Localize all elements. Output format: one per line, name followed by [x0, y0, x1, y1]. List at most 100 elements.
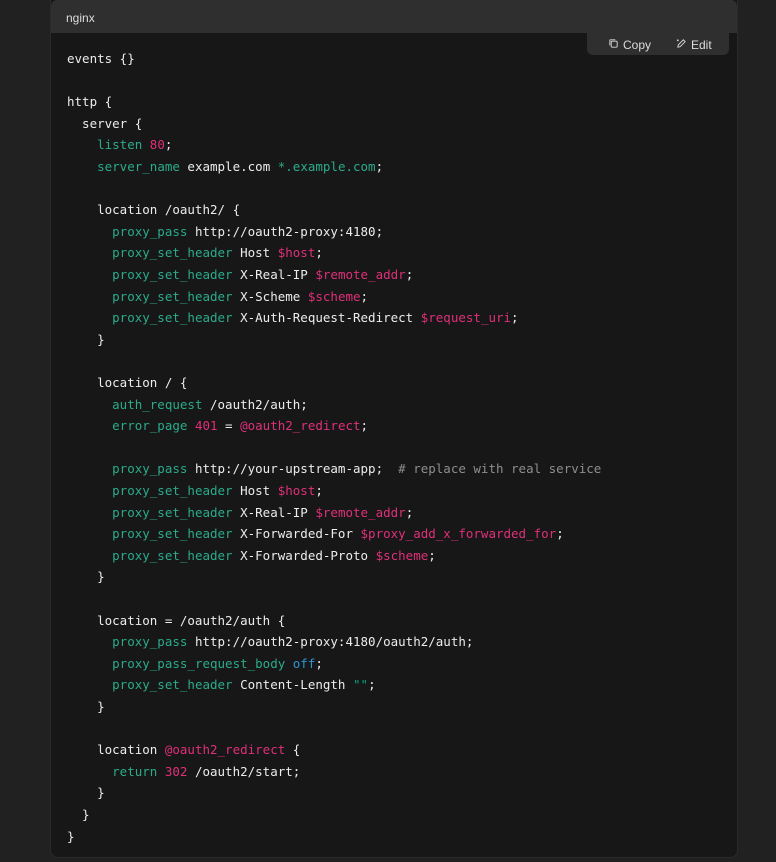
edit-button[interactable]: Edit: [676, 38, 712, 52]
code-token: ;: [164, 137, 173, 153]
code-token: /oauth2/start;: [187, 763, 301, 779]
code-token: }: [67, 785, 105, 801]
code-token: ;: [368, 677, 376, 693]
code-token: ;: [405, 267, 414, 282]
code-token: ;: [375, 159, 384, 174]
copy-button[interactable]: Copy: [608, 38, 651, 52]
code-token: "": [353, 677, 369, 693]
code-line: return 302 /oauth2/start;: [67, 762, 300, 782]
code-line: proxy_set_header Host $host;: [67, 481, 323, 501]
code-line: location / {: [67, 373, 187, 393]
code-token: X-Forwarded-Proto: [232, 547, 376, 563]
code-line: listen 80;: [67, 135, 172, 155]
code-block: nginx Copy Edit events {} http { server {…: [50, 0, 738, 858]
code-token: example.com: [179, 159, 278, 174]
code-line: http {: [67, 92, 112, 112]
code-token: ;: [360, 288, 369, 304]
pencil-icon: [676, 38, 691, 52]
code-token: http://your-upstream-app;: [187, 461, 399, 477]
copy-icon: [608, 38, 623, 52]
code-token: location: [67, 742, 165, 758]
code-token: http {: [67, 94, 113, 110]
code-token: location /oauth2/ {: [67, 202, 241, 218]
code-line: }: [67, 783, 105, 803]
code-token: proxy_set_header: [112, 288, 233, 304]
code-token: return: [112, 763, 158, 779]
code-token: 302: [164, 763, 188, 779]
code-token: proxy_set_header: [112, 526, 233, 542]
code-header: nginx: [51, 0, 737, 33]
code-token: http://oauth2-proxy:4180;: [187, 223, 384, 239]
code-line: }: [67, 805, 90, 825]
code-token: proxy_pass_request_body: [112, 655, 286, 671]
code-token: location / {: [67, 375, 188, 390]
code-line: proxy_set_header X-Real-IP $remote_addr;: [67, 265, 413, 285]
code-line: }: [67, 827, 75, 847]
code-token: proxy_set_header: [112, 267, 233, 282]
code-token: proxy_set_header: [112, 504, 233, 520]
code-token: $scheme: [307, 288, 361, 304]
code-token: proxy_pass: [112, 461, 188, 477]
code-token: ;: [315, 483, 323, 498]
code-token: }: [67, 828, 75, 844]
code-token: http://oauth2-proxy:4180/oauth2/auth;: [187, 634, 474, 650]
code-line: proxy_pass http://your-upstream-app; # r…: [67, 459, 601, 479]
code-token: /oauth2/auth;: [202, 396, 308, 412]
code-token: proxy_pass: [112, 634, 188, 650]
code-token: {: [285, 742, 301, 758]
code-token: listen: [97, 137, 143, 153]
code-line: proxy_set_header X-Real-IP $remote_addr;: [67, 503, 413, 523]
code-token: ;: [556, 526, 564, 542]
code-line: proxy_set_header X-Scheme $scheme;: [67, 287, 368, 307]
code-token: location = /oauth2/auth {: [67, 612, 286, 628]
code-token: events {}: [67, 51, 135, 66]
code-token: server {: [67, 115, 143, 131]
code-token: $remote_addr: [315, 504, 406, 520]
code-line: auth_request /oauth2/auth;: [67, 395, 308, 415]
code-token: # replace with real service: [398, 461, 602, 477]
code-token: ;: [428, 547, 436, 563]
code-token: off: [292, 655, 316, 671]
code-line: proxy_set_header X-Forwarded-Proto $sche…: [67, 546, 436, 566]
code-token: }: [67, 331, 105, 347]
code-token: $remote_addr: [315, 267, 406, 282]
code-token: Content-Length: [232, 677, 353, 693]
code-line: }: [67, 567, 105, 587]
code-token: error_page: [112, 418, 188, 434]
code-token: $scheme: [375, 547, 429, 563]
code-token: Host: [232, 245, 278, 261]
code-token: proxy_set_header: [112, 547, 233, 563]
code-line: location /oauth2/ {: [67, 200, 240, 220]
copy-label: Copy: [623, 38, 652, 52]
code-token: server_name: [97, 159, 180, 174]
code-line: proxy_set_header X-Auth-Request-Redirect…: [67, 308, 518, 328]
code-line: proxy_pass_request_body off;: [67, 654, 323, 674]
code-line: error_page 401 = @oauth2_redirect;: [67, 416, 368, 436]
code-token: *.example.com: [277, 159, 376, 174]
code-token: proxy_set_header: [112, 245, 233, 261]
code-token: Host: [232, 483, 278, 498]
code-line: proxy_set_header Content-Length "";: [67, 675, 376, 695]
code-token: }: [67, 807, 90, 822]
code-token: X-Scheme: [232, 288, 308, 304]
code-line: proxy_set_header X-Forwarded-For $proxy_…: [67, 524, 564, 544]
code-token: ;: [315, 245, 323, 261]
code-line: proxy_pass http://oauth2-proxy:4180;: [67, 222, 383, 242]
code-token: }: [67, 569, 105, 585]
